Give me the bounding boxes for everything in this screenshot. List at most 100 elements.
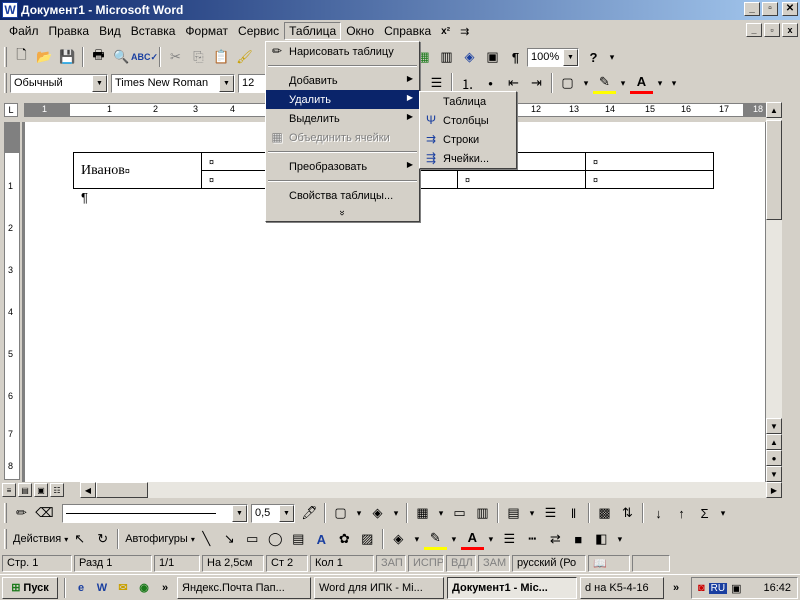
dash-style-icon[interactable]: ┅ bbox=[521, 528, 544, 550]
doc-restore-button[interactable]: ▫ bbox=[764, 23, 780, 37]
picture-icon[interactable]: ▨ bbox=[356, 528, 379, 550]
select-browse-object-button[interactable]: ● bbox=[766, 450, 782, 466]
line-color-icon[interactable]: ✎ bbox=[423, 528, 447, 550]
table-cell[interactable]: ¤ bbox=[585, 170, 714, 189]
paste-icon[interactable]: 📋 bbox=[210, 46, 233, 68]
eraser-icon[interactable]: ⌫ bbox=[33, 502, 56, 524]
doc-close-button[interactable]: x bbox=[782, 23, 798, 37]
print-preview-icon[interactable]: 🔍 bbox=[110, 46, 133, 68]
toolbar-options-icon[interactable]: ▾ bbox=[613, 528, 627, 550]
3d-icon[interactable]: ◧ bbox=[590, 528, 613, 550]
spelling-status-icon[interactable]: 📖 bbox=[588, 554, 630, 572]
font-color-icon[interactable]: A bbox=[460, 528, 484, 550]
borders-icon[interactable]: ▢ bbox=[556, 72, 579, 94]
scroll-thumb[interactable] bbox=[96, 482, 148, 498]
menu-tools[interactable]: Сервис bbox=[233, 22, 284, 40]
merge-cells-icon[interactable]: ▭ bbox=[448, 502, 471, 524]
zoom-select[interactable]: 100% ▼ bbox=[527, 47, 579, 67]
normal-view-icon[interactable]: ≡ bbox=[2, 483, 16, 497]
distribute-rows-icon[interactable]: ☰ bbox=[539, 502, 562, 524]
tab-selector[interactable]: L bbox=[4, 103, 18, 117]
language-indicator[interactable]: RU bbox=[708, 582, 728, 594]
line-style-icon[interactable]: ☰ bbox=[498, 528, 521, 550]
chevron-down-icon[interactable]: ▾ bbox=[389, 502, 403, 524]
outlook-icon[interactable]: ✉ bbox=[114, 579, 132, 597]
toolbar-grip[interactable] bbox=[4, 529, 7, 549]
spelling-icon[interactable]: ABC✓ bbox=[131, 46, 158, 68]
table-autoformat-icon[interactable]: ▩ bbox=[593, 502, 616, 524]
line-weight-select[interactable]: 0,5 ▼ bbox=[251, 503, 295, 523]
autosum-icon[interactable]: Σ bbox=[693, 502, 716, 524]
font-size-select[interactable]: 12 bbox=[238, 73, 266, 93]
copy-icon[interactable]: ⎘ bbox=[187, 46, 210, 68]
submenu-item-table[interactable]: Таблица bbox=[420, 92, 516, 111]
scroll-right-button[interactable]: ▶ bbox=[766, 482, 782, 498]
align-top-icon[interactable]: ▤ bbox=[502, 502, 525, 524]
taskbar-more-icon[interactable]: » bbox=[667, 579, 685, 597]
toolbar-grip[interactable] bbox=[4, 47, 7, 67]
new-document-icon[interactable]: 🗋 bbox=[10, 46, 33, 68]
menu-format[interactable]: Формат bbox=[180, 22, 233, 40]
columns-icon[interactable]: ▥ bbox=[435, 46, 458, 68]
chevron-down-icon[interactable]: ▾ bbox=[410, 528, 424, 550]
scroll-thumb[interactable] bbox=[766, 120, 782, 220]
web-layout-icon[interactable]: ▤ bbox=[18, 483, 32, 497]
scroll-up-button[interactable]: ▲ bbox=[766, 102, 782, 118]
save-icon[interactable]: 💾 bbox=[56, 46, 79, 68]
free-rotate-icon[interactable]: ↻ bbox=[91, 528, 114, 550]
chevron-down-icon[interactable]: ▼ bbox=[232, 504, 247, 522]
desktop-icon[interactable]: ◉ bbox=[135, 579, 153, 597]
print-icon[interactable]: 🖶 bbox=[87, 46, 110, 68]
task-yandex-mail[interactable]: Яндекс.Почта Пап... bbox=[177, 576, 311, 599]
font-select[interactable]: Times New Roman ▼ bbox=[111, 73, 235, 93]
distribute-columns-icon[interactable]: ‖ bbox=[562, 502, 585, 524]
close-button[interactable]: ✕ bbox=[782, 2, 798, 16]
line-icon[interactable]: ╲ bbox=[195, 528, 218, 550]
text-direction-icon[interactable]: ⇅ bbox=[616, 502, 639, 524]
toolbar-options-icon[interactable]: ▾ bbox=[605, 46, 619, 68]
word-quicklaunch-icon[interactable]: W bbox=[93, 579, 111, 597]
split-cells-icon[interactable]: ▥ bbox=[471, 502, 494, 524]
vertical-ruler[interactable]: 1 2 3 4 5 6 7 8 bbox=[4, 122, 20, 480]
chevron-down-icon[interactable]: ▼ bbox=[92, 74, 107, 92]
select-objects-icon[interactable]: ↖ bbox=[68, 528, 91, 550]
insert-table-icon[interactable]: ▦ bbox=[411, 502, 434, 524]
status-record[interactable]: ЗАП bbox=[376, 554, 406, 572]
line-style-select[interactable]: ▼ bbox=[62, 503, 248, 523]
clock[interactable]: 16:42 bbox=[763, 582, 791, 594]
minimize-button[interactable]: _ bbox=[744, 2, 760, 16]
increase-indent-icon[interactable]: ⇥ bbox=[525, 72, 548, 94]
chevron-down-icon[interactable]: ▾ bbox=[447, 528, 461, 550]
task-word-ipk[interactable]: Word для ИПК - Mi... bbox=[314, 576, 444, 599]
maximize-button[interactable]: ▫ bbox=[762, 2, 778, 16]
style-select[interactable]: Обычный ▼ bbox=[10, 73, 108, 93]
chevron-down-icon[interactable]: ▾ bbox=[653, 72, 667, 94]
rectangle-icon[interactable]: ▭ bbox=[241, 528, 264, 550]
menu-item-draw-table[interactable]: ✏ Нарисовать таблицу bbox=[266, 42, 419, 61]
shadow-icon[interactable]: ■ bbox=[567, 528, 590, 550]
chevron-down-icon[interactable]: ▾ bbox=[352, 502, 366, 524]
wordart-icon[interactable]: A bbox=[310, 528, 333, 550]
submenu-item-rows[interactable]: ⇉ Строки bbox=[420, 130, 516, 149]
clipart-icon[interactable]: ✿ bbox=[333, 528, 356, 550]
office-assistant-icon[interactable]: ? bbox=[582, 46, 605, 68]
oval-icon[interactable]: ◯ bbox=[264, 528, 287, 550]
outline-view-icon[interactable]: ☷ bbox=[50, 483, 64, 497]
menu-table[interactable]: Таблица bbox=[284, 22, 342, 40]
title-bar[interactable]: W Документ1 - Microsoft Word _ ▫ ✕ bbox=[0, 0, 800, 20]
border-color-icon[interactable]: 🖊 bbox=[298, 502, 321, 524]
menu-window[interactable]: Окно bbox=[341, 22, 379, 40]
toolbar-options-icon[interactable]: ▾ bbox=[667, 72, 681, 94]
cut-icon[interactable]: ✂ bbox=[164, 46, 187, 68]
chevron-down-icon[interactable]: ▾ bbox=[616, 72, 630, 94]
actions-menu[interactable]: Действия bbox=[10, 533, 64, 545]
task-k5[interactable]: d на K5-4-16 bbox=[580, 576, 664, 599]
chevron-down-icon[interactable]: ▾ bbox=[525, 502, 539, 524]
previous-page-button[interactable]: ▲ bbox=[766, 434, 782, 450]
help-icon[interactable]: x² bbox=[436, 24, 455, 39]
submenu-item-columns[interactable]: Ψ Столбцы bbox=[420, 111, 516, 130]
open-folder-icon[interactable]: 📂 bbox=[33, 46, 56, 68]
chevron-down-icon[interactable]: ▼ bbox=[563, 48, 578, 66]
toolbar-grip[interactable] bbox=[4, 73, 7, 93]
menu-edit[interactable]: Правка bbox=[44, 22, 95, 40]
